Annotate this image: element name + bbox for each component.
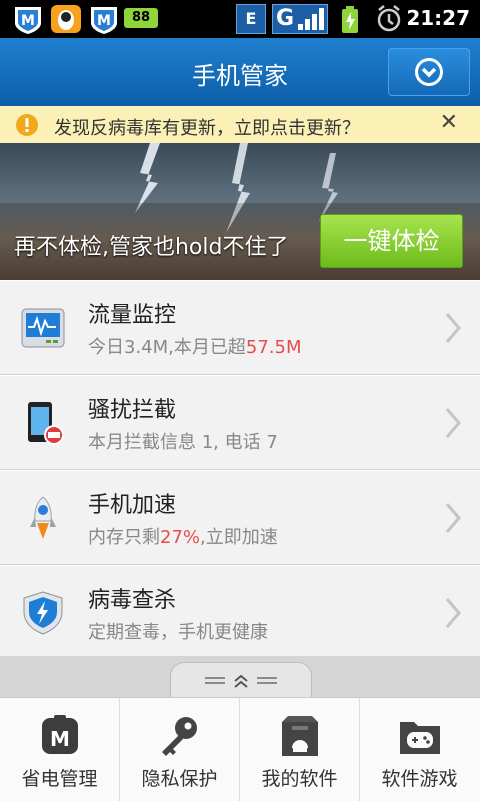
gamepad-folder-icon <box>400 722 440 754</box>
item-title: 病毒查杀 <box>88 588 177 613</box>
item-subtitle: 定期查毒，手机更健康 <box>88 622 268 643</box>
checkup-banner: 再不体检,管家也hold不住了 一键体检 <box>0 143 480 280</box>
chevron-right-icon <box>445 503 461 533</box>
battery-88-icon: 88 <box>124 8 158 28</box>
traffic-monitor-icon <box>21 308 65 348</box>
chevron-right-icon <box>445 598 461 628</box>
status-bar: M M 88 E G 21:27 <box>0 0 480 38</box>
alarm-icon <box>377 5 401 32</box>
list-item-harassment-block[interactable]: 骚扰拦截 本月拦截信息 1, 电话 7 <box>0 375 480 470</box>
notice-text: 发现反病毒库有更新，立即点击更新？ <box>54 118 360 139</box>
dock-item-software-games[interactable]: 软件游戏 <box>360 698 479 801</box>
battery-save-icon: M <box>42 715 78 754</box>
feature-list: 流量监控 今日3.4M,本月已超57.5M 骚扰拦截 本月拦截信息 1, 电话 … <box>0 280 480 660</box>
tencent-manager-icon: M <box>15 7 41 34</box>
tencent-manager-icon: M <box>91 7 117 34</box>
charging-icon <box>342 6 358 33</box>
dock-item-my-software[interactable]: 我的软件 <box>240 698 360 801</box>
dock-item-power-saving[interactable]: M 省电管理 <box>0 698 120 801</box>
qq-icon <box>51 5 81 33</box>
dock-label: 隐私保护 <box>141 768 218 790</box>
list-item-phone-speedup[interactable]: 手机加速 内存只剩27%,立即加速 <box>0 470 480 565</box>
dock-label: 省电管理 <box>21 768 98 790</box>
rocket-icon <box>30 496 56 539</box>
svg-text:M: M <box>21 13 35 29</box>
warning-icon <box>16 114 38 136</box>
dock-label: 软件游戏 <box>381 768 458 790</box>
drawer-handle-area <box>0 656 480 699</box>
key-icon <box>162 717 197 756</box>
edge-network-icon: E <box>236 4 266 34</box>
update-notice[interactable]: 发现反病毒库有更新，立即点击更新？ ✕ <box>0 106 480 144</box>
chevron-right-icon <box>445 408 461 438</box>
menu-button[interactable] <box>388 48 470 96</box>
list-item-traffic-monitor[interactable]: 流量监控 今日3.4M,本月已超57.5M <box>0 280 480 375</box>
expand-up-icon <box>205 674 277 688</box>
close-icon[interactable]: ✕ <box>440 110 458 135</box>
phone-block-icon <box>28 402 64 445</box>
one-click-checkup-button[interactable]: 一键体检 <box>320 214 463 268</box>
dock-item-privacy[interactable]: 隐私保护 <box>120 698 240 801</box>
item-title: 流量监控 <box>88 303 177 328</box>
item-title: 手机加速 <box>88 493 177 518</box>
list-item-virus-scan[interactable]: 病毒查杀 定期查毒，手机更健康 <box>0 565 480 660</box>
item-title: 骚扰拦截 <box>88 398 177 423</box>
clock: 21:27 <box>406 6 470 30</box>
drawer-handle[interactable] <box>170 662 312 699</box>
title-bar: 手机管家 <box>0 38 480 106</box>
svg-text:M: M <box>97 13 111 29</box>
shield-bolt-icon <box>23 591 63 635</box>
item-subtitle: 本月拦截信息 1, 电话 7 <box>88 432 278 453</box>
signal-icon: G <box>272 4 328 34</box>
dock-label: 我的软件 <box>261 768 338 790</box>
item-subtitle: 内存只剩27%,立即加速 <box>88 527 278 548</box>
svg-text:M: M <box>50 727 70 751</box>
bottom-dock: M 省电管理 隐私保护 我的软件 软件游戏 <box>0 697 480 801</box>
banner-text: 再不体检,管家也hold不住了 <box>14 235 289 260</box>
chevron-right-icon <box>445 313 461 343</box>
item-subtitle: 今日3.4M,本月已超57.5M <box>88 337 302 358</box>
dropdown-circle-icon <box>415 58 443 86</box>
software-box-icon <box>282 716 318 756</box>
